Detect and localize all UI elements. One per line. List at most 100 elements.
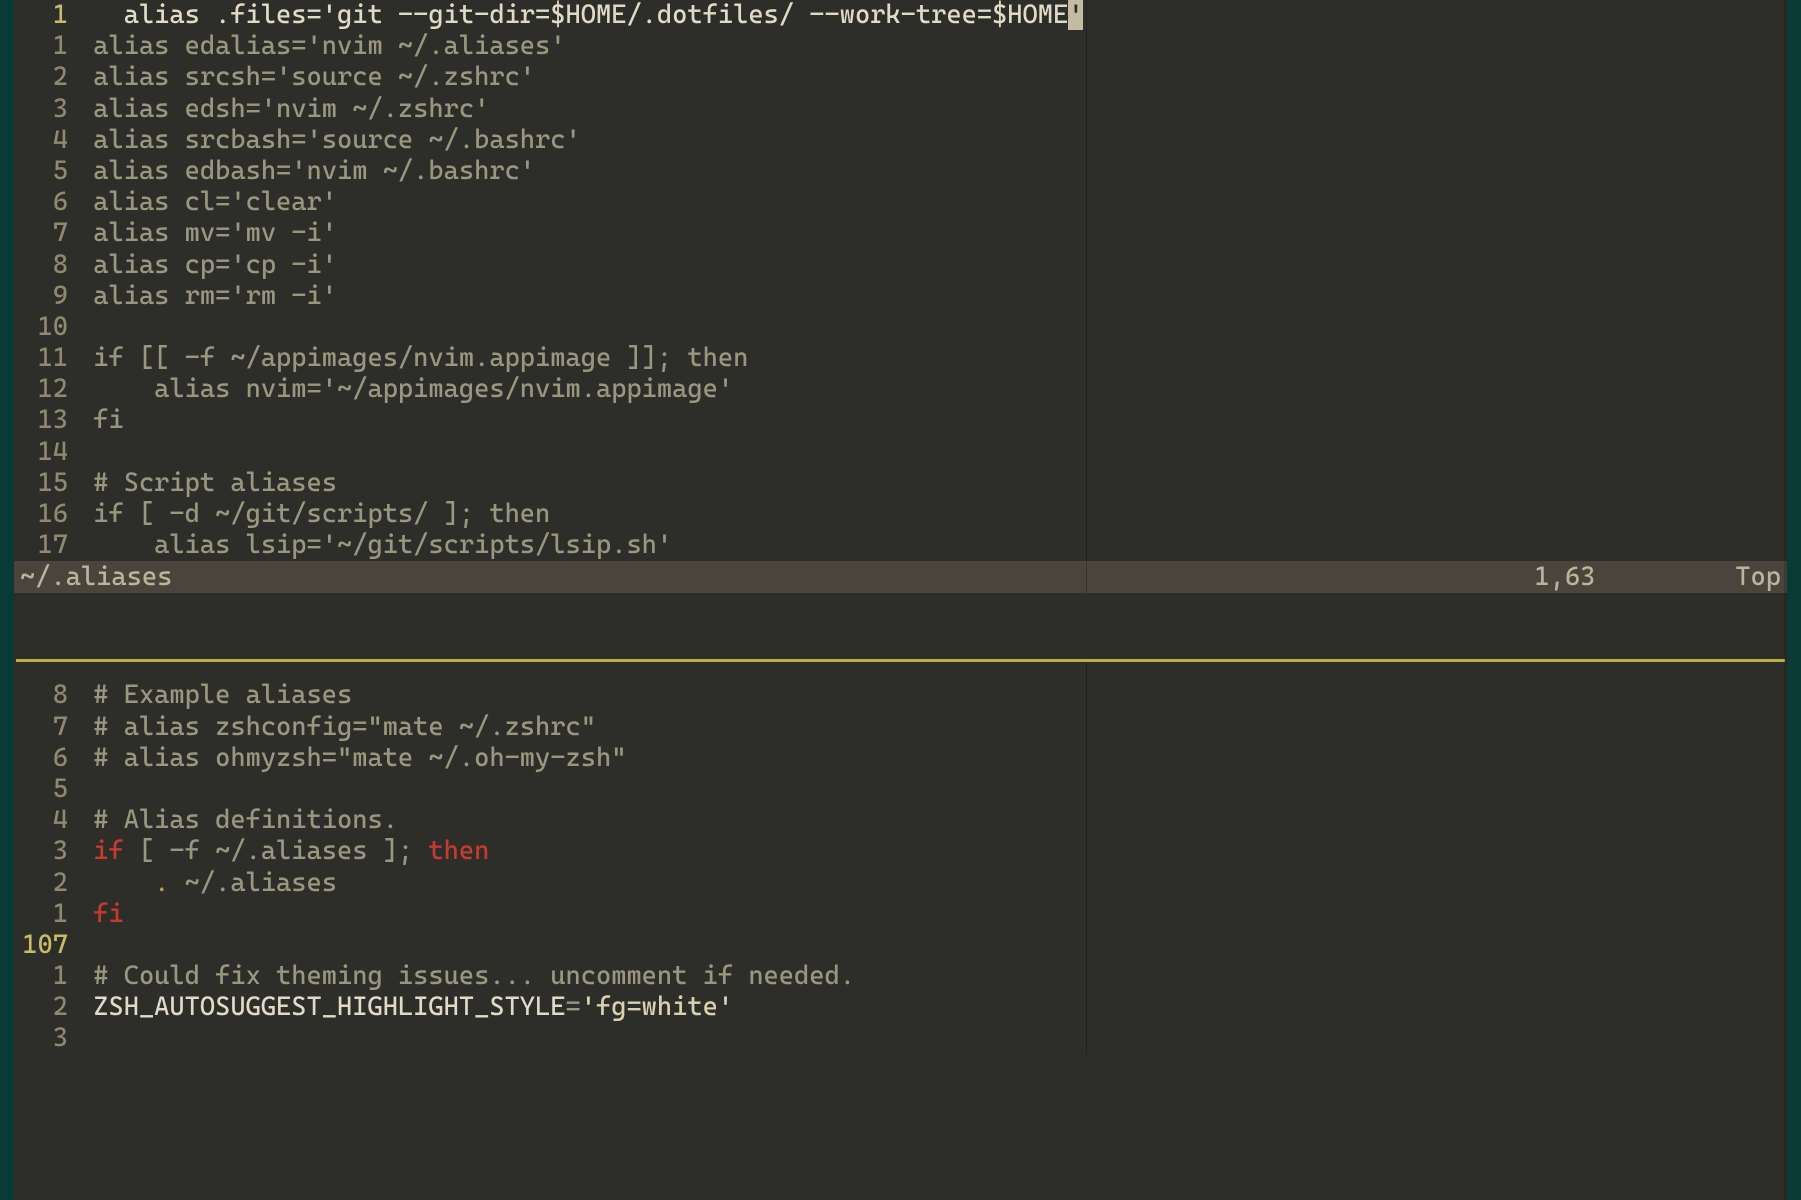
- code-text[interactable]: if [ -f ~/.aliases ]; then: [78, 836, 489, 867]
- statusline-top: ~/.aliases 1,63 Top: [14, 561, 1787, 593]
- code-line[interactable]: 8 alias cp='cp -i': [14, 250, 1787, 281]
- color-column: [1086, 0, 1087, 593]
- code-line[interactable]: 7 alias mv='mv -i': [14, 218, 1787, 249]
- code-line[interactable]: 1 # Could fix theming issues... uncommen…: [14, 961, 1787, 992]
- code-line[interactable]: 5 alias edbash='nvim ~/.bashrc': [14, 156, 1787, 187]
- code-text[interactable]: alias edsh='nvim ~/.zshrc': [78, 94, 489, 125]
- line-number-gutter: 7: [14, 218, 78, 249]
- code-text[interactable]: # Could fix theming issues... uncomment …: [78, 961, 855, 992]
- editor-pane-bottom[interactable]: 8 # Example aliases7 # alias zshconfig="…: [14, 662, 1787, 1054]
- code-text[interactable]: # Script aliases: [78, 468, 337, 499]
- line-number-gutter: 2: [14, 62, 78, 93]
- status-cursor-pos: 1,63: [1534, 562, 1595, 593]
- editor-pane-top[interactable]: 1 alias .files='git --git-dir=$HOME/.dot…: [14, 0, 1787, 593]
- line-number-gutter: 107: [14, 930, 78, 961]
- code-text[interactable]: alias srcsh='source ~/.zshrc': [78, 62, 535, 93]
- line-number-gutter: 12: [14, 374, 78, 405]
- line-number-gutter: 2: [14, 868, 78, 899]
- line-number-gutter: 1: [14, 899, 78, 930]
- code-text[interactable]: [78, 930, 93, 961]
- code-line[interactable]: 1 fi: [14, 899, 1787, 930]
- code-line[interactable]: 12 alias nvim='~/appimages/nvim.appimage…: [14, 374, 1787, 405]
- code-text[interactable]: [78, 312, 93, 343]
- line-number-gutter: 1: [14, 31, 78, 62]
- code-line[interactable]: 13 fi: [14, 405, 1787, 436]
- line-number-gutter: 2: [14, 992, 78, 1023]
- code-line[interactable]: 107: [14, 930, 1787, 961]
- code-line[interactable]: 2 . ~/.aliases: [14, 868, 1787, 899]
- line-number-gutter: 10: [14, 312, 78, 343]
- line-number-gutter: 13: [14, 405, 78, 436]
- code-line[interactable]: 8 # Example aliases: [14, 680, 1787, 711]
- line-number-gutter: 5: [14, 156, 78, 187]
- code-line[interactable]: 1 alias edalias='nvim ~/.aliases': [14, 31, 1787, 62]
- code-line[interactable]: 6 alias cl='clear': [14, 187, 1787, 218]
- line-number-gutter: 9: [14, 281, 78, 312]
- line-number-gutter: 3: [14, 94, 78, 125]
- line-number-gutter: 15: [14, 468, 78, 499]
- code-text[interactable]: alias nvim='~/appimages/nvim.appimage': [78, 374, 733, 405]
- code-line[interactable]: 4 alias srcbash='source ~/.bashrc': [14, 125, 1787, 156]
- code-text[interactable]: [78, 1023, 93, 1054]
- code-text[interactable]: [78, 437, 93, 468]
- line-number-gutter: 14: [14, 437, 78, 468]
- code-line[interactable]: 3 alias edsh='nvim ~/.zshrc': [14, 94, 1787, 125]
- code-text[interactable]: if [[ -f ~/appimages/nvim.appimage ]]; t…: [78, 343, 748, 374]
- code-line[interactable]: 2 ZSH_AUTOSUGGEST_HIGHLIGHT_STYLE='fg=wh…: [14, 992, 1787, 1023]
- code-text[interactable]: alias srcbash='source ~/.bashrc': [78, 125, 581, 156]
- line-number-gutter: 4: [14, 805, 78, 836]
- line-number-gutter: 1: [14, 0, 78, 31]
- code-line[interactable]: 4 # Alias definitions.: [14, 805, 1787, 836]
- code-line[interactable]: 11 if [[ -f ~/appimages/nvim.appimage ]]…: [14, 343, 1787, 374]
- pane-gap: [14, 593, 1787, 659]
- line-number-gutter: 8: [14, 250, 78, 281]
- status-scroll: Top: [1735, 562, 1781, 593]
- code-line[interactable]: 7 # alias zshconfig="mate ~/.zshrc": [14, 712, 1787, 743]
- code-line[interactable]: 10: [14, 312, 1787, 343]
- code-text[interactable]: # Example aliases: [78, 680, 352, 711]
- code-text[interactable]: alias cl='clear': [78, 187, 337, 218]
- code-line[interactable]: 3: [14, 1023, 1787, 1054]
- code-text[interactable]: [78, 774, 93, 805]
- code-text[interactable]: alias cp='cp -i': [78, 250, 337, 281]
- code-text[interactable]: alias edbash='nvim ~/.bashrc': [78, 156, 535, 187]
- code-line[interactable]: 9 alias rm='rm -i': [14, 281, 1787, 312]
- code-text[interactable]: fi: [78, 899, 124, 930]
- code-line[interactable]: 16 if [ -d ~/git/scripts/ ]; then: [14, 499, 1787, 530]
- terminal-window[interactable]: 1 alias .files='git --git-dir=$HOME/.dot…: [14, 0, 1787, 1200]
- line-number-gutter: 11: [14, 343, 78, 374]
- line-number-gutter: 17: [14, 530, 78, 561]
- code-text[interactable]: alias rm='rm -i': [78, 281, 337, 312]
- code-text[interactable]: alias mv='mv -i': [78, 218, 337, 249]
- status-filename: ~/.aliases: [20, 562, 172, 593]
- scrollbar[interactable]: [1784, 0, 1787, 1200]
- code-line[interactable]: 14: [14, 437, 1787, 468]
- code-text[interactable]: if [ -d ~/git/scripts/ ]; then: [78, 499, 550, 530]
- code-text[interactable]: alias lsip='~/git/scripts/lsip.sh': [78, 530, 672, 561]
- code-text[interactable]: alias edalias='nvim ~/.aliases': [78, 31, 566, 62]
- line-number-gutter: 4: [14, 125, 78, 156]
- code-line[interactable]: 6 # alias ohmyzsh="mate ~/.oh-my-zsh": [14, 743, 1787, 774]
- code-text[interactable]: fi: [78, 405, 124, 436]
- code-text[interactable]: . ~/.aliases: [78, 868, 337, 899]
- line-number-gutter: 3: [14, 836, 78, 867]
- line-number-gutter: 6: [14, 187, 78, 218]
- line-number-gutter: 8: [14, 680, 78, 711]
- line-number-gutter: 3: [14, 1023, 78, 1054]
- code-line[interactable]: 1 alias .files='git --git-dir=$HOME/.dot…: [14, 0, 1787, 31]
- code-line[interactable]: 15 # Script aliases: [14, 468, 1787, 499]
- code-line[interactable]: 2 alias srcsh='source ~/.zshrc': [14, 62, 1787, 93]
- code-text[interactable]: ZSH_AUTOSUGGEST_HIGHLIGHT_STYLE='fg=whit…: [78, 992, 733, 1023]
- code-line[interactable]: 17 alias lsip='~/git/scripts/lsip.sh': [14, 530, 1787, 561]
- code-line[interactable]: 5: [14, 774, 1787, 805]
- line-number-gutter: 7: [14, 712, 78, 743]
- code-line[interactable]: 3 if [ -f ~/.aliases ]; then: [14, 836, 1787, 867]
- code-text[interactable]: # Alias definitions.: [78, 805, 398, 836]
- code-text[interactable]: # alias zshconfig="mate ~/.zshrc": [78, 712, 596, 743]
- code-text[interactable]: alias .files='git --git-dir=$HOME/.dotfi…: [78, 0, 1083, 31]
- code-text[interactable]: # alias ohmyzsh="mate ~/.oh-my-zsh": [78, 743, 626, 774]
- line-number-gutter: 16: [14, 499, 78, 530]
- line-number-gutter: 6: [14, 743, 78, 774]
- line-number-gutter: 5: [14, 774, 78, 805]
- line-number-gutter: 1: [14, 961, 78, 992]
